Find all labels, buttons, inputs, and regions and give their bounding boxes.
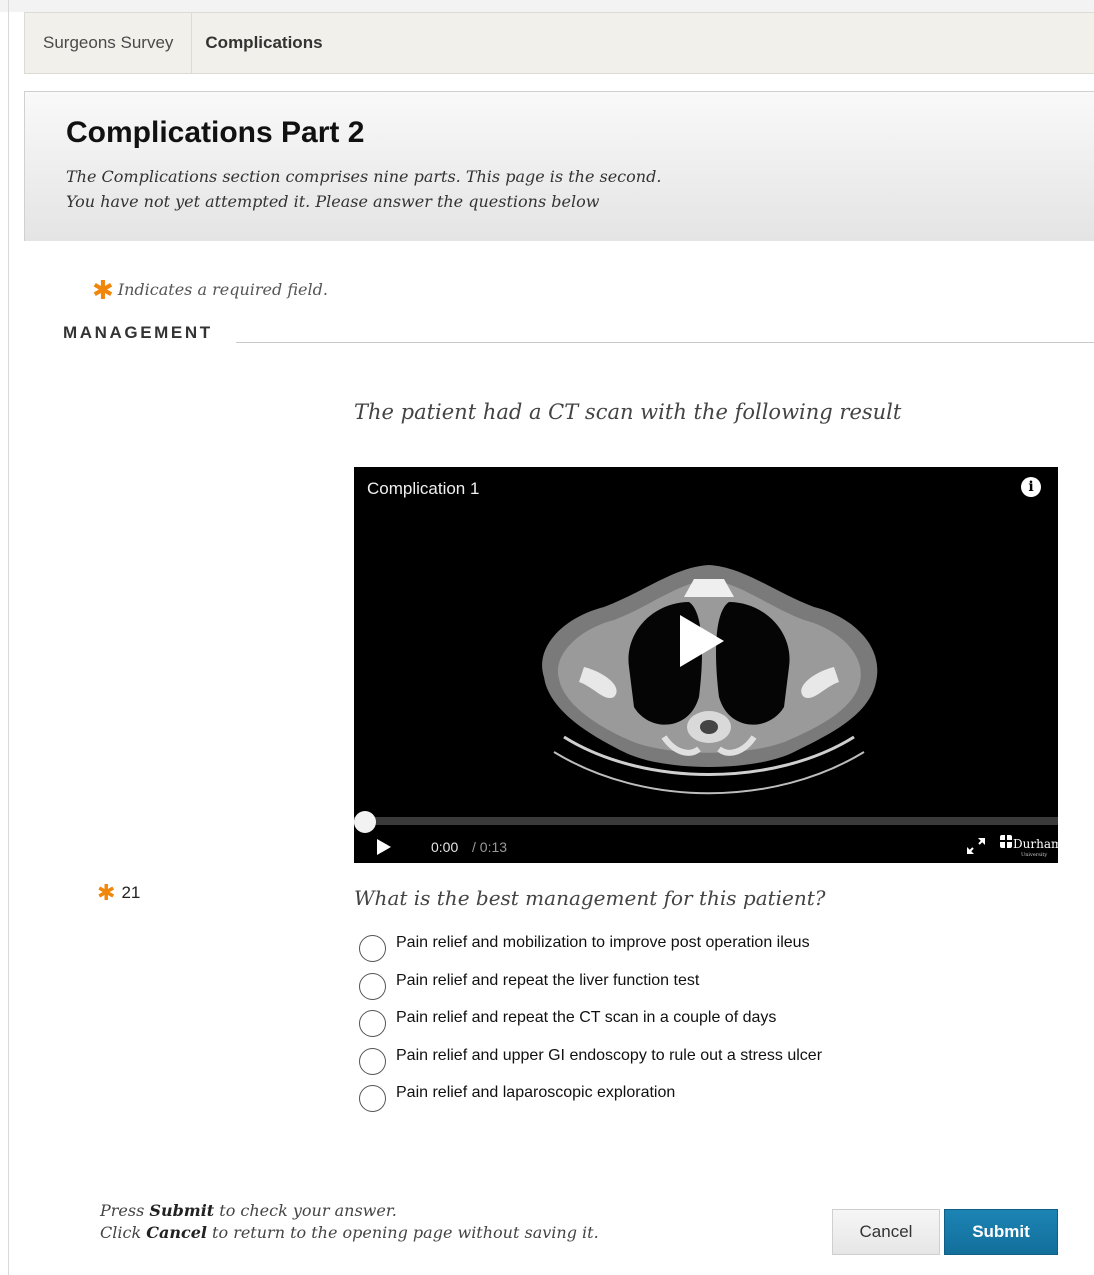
answer-option-label: Pain relief and upper GI endoscopy to ru…: [396, 1046, 823, 1064]
section-heading: MANAGEMENT: [63, 323, 213, 342]
answer-option[interactable]: Pain relief and upper GI endoscopy to ru…: [359, 1046, 822, 1084]
play-icon[interactable]: [376, 838, 392, 856]
answer-option[interactable]: Pain relief and mobilization to improve …: [359, 933, 822, 971]
footer-line-1-pre: Press: [100, 1201, 150, 1220]
required-field-note: ✱ Indicates a required field.: [92, 276, 328, 306]
durham-logo-subtext: University: [1021, 852, 1047, 858]
durham-logo-text: Durham: [1013, 837, 1058, 851]
question-number: ✱ 21: [97, 881, 140, 906]
video-current-time: 0:00: [431, 839, 459, 855]
footer-line-2-pre: Click: [100, 1223, 147, 1242]
intro-line-1: The Complications section comprises nine…: [66, 167, 662, 186]
answer-options: Pain relief and mobilization to improve …: [359, 933, 822, 1121]
top-strip: [0, 0, 1094, 12]
footer-line-2: Click Cancel to return to the opening pa…: [100, 1222, 599, 1244]
page-title: Complications Part 2: [66, 116, 365, 149]
page-intro: The Complications section comprises nine…: [66, 164, 661, 214]
breadcrumb-item-surgeons-survey[interactable]: Surgeons Survey: [25, 13, 193, 73]
fullscreen-icon[interactable]: [965, 835, 987, 857]
required-star-icon: ✱: [92, 276, 114, 306]
footer-instructions: Press Submit to check your answer. Click…: [100, 1200, 599, 1244]
required-note-text: Indicates a required field.: [117, 280, 328, 299]
ct-scan-frame: [542, 565, 878, 795]
answer-option[interactable]: Pain relief and repeat the liver functio…: [359, 971, 822, 1009]
video-controls: 0:00 / 0:13 Durham University: [354, 829, 1058, 863]
footer-line-1-bold: Submit: [149, 1201, 215, 1220]
answer-option[interactable]: Pain relief and laparoscopic exploration: [359, 1083, 822, 1121]
footer-line-1-post: to check your answer.: [214, 1201, 397, 1220]
section-divider: [236, 342, 1094, 343]
question-text: What is the best management for this pat…: [354, 886, 826, 910]
video-title: Complication 1: [367, 479, 480, 498]
question-prompt: The patient had a CT scan with the follo…: [354, 400, 902, 424]
page-header: Complications Part 2 The Complications s…: [24, 91, 1094, 241]
answer-option[interactable]: Pain relief and repeat the CT scan in a …: [359, 1008, 822, 1046]
footer-line-2-post: to return to the opening page without sa…: [206, 1223, 599, 1242]
question-number-value: 21: [121, 883, 141, 902]
video-total-time: / 0:13: [472, 839, 508, 855]
video-player[interactable]: Complication 1 i 0:00 / 0:13 Durham Univ…: [354, 467, 1058, 863]
breadcrumb: Surgeons Survey Complications: [24, 12, 1094, 74]
radio-button[interactable]: [359, 935, 386, 962]
video-progress-bar[interactable]: [354, 817, 1058, 825]
cancel-button[interactable]: Cancel: [832, 1209, 940, 1255]
answer-option-label: Pain relief and laparoscopic exploration: [396, 1084, 676, 1101]
footer-line-2-bold: Cancel: [146, 1223, 207, 1242]
breadcrumb-item-complications[interactable]: Complications: [192, 13, 340, 73]
intro-line-2: You have not yet attempted it. Please an…: [66, 192, 600, 211]
radio-button[interactable]: [359, 1010, 386, 1037]
footer-line-1: Press Submit to check your answer.: [100, 1200, 599, 1222]
required-star-icon: ✱: [97, 881, 116, 906]
info-icon[interactable]: i: [1021, 477, 1041, 497]
left-border: [8, 0, 9, 1275]
answer-option-label: Pain relief and mobilization to improve …: [396, 934, 810, 951]
answer-option-label: Pain relief and repeat the CT scan in a …: [396, 1009, 777, 1026]
play-overlay-icon[interactable]: [666, 609, 730, 673]
answer-option-label: Pain relief and repeat the liver functio…: [396, 971, 700, 989]
radio-button[interactable]: [359, 1047, 386, 1075]
radio-button[interactable]: [359, 972, 386, 1000]
durham-logo-icon: Durham University: [1000, 835, 1058, 858]
radio-button[interactable]: [359, 1085, 386, 1112]
submit-button[interactable]: Submit: [944, 1209, 1058, 1255]
